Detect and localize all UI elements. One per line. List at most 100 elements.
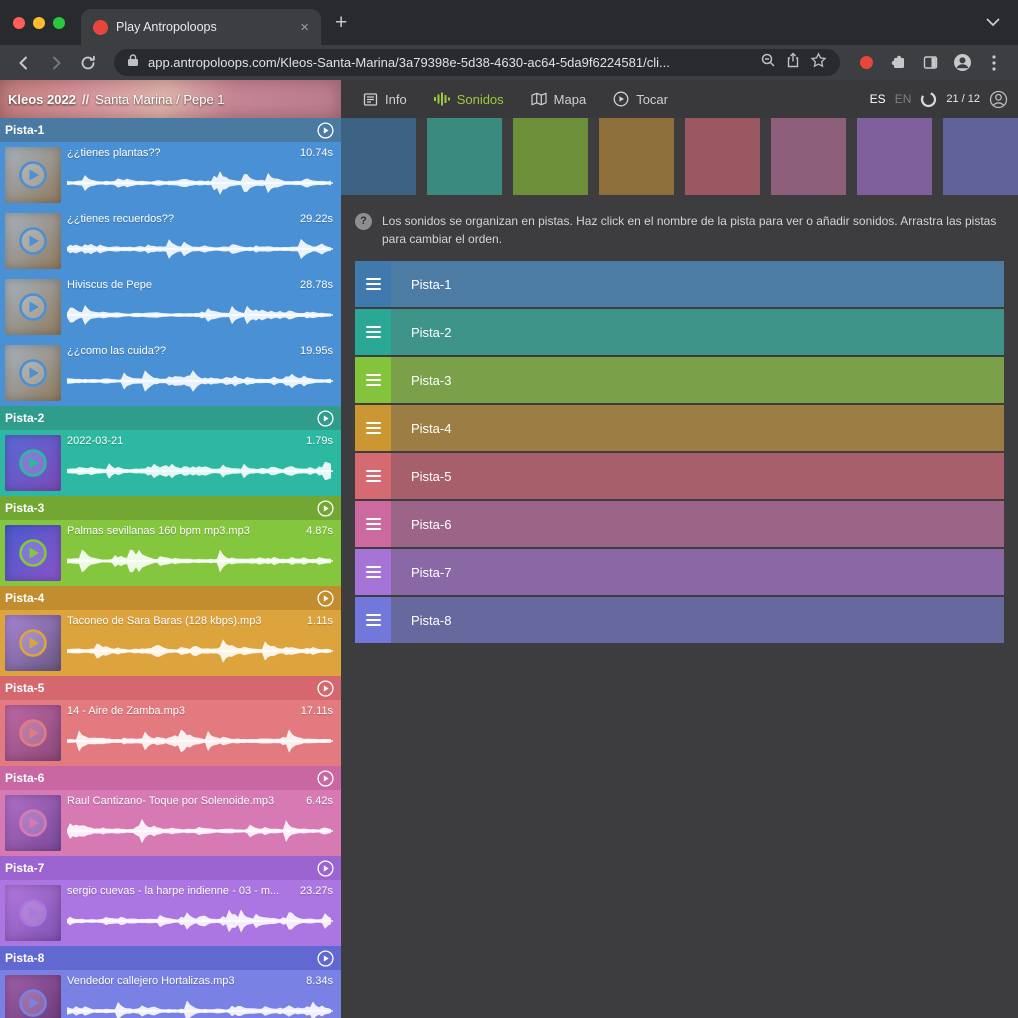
- extensions-puzzle-icon[interactable]: [884, 49, 912, 77]
- sound-play-icon[interactable]: [17, 225, 49, 257]
- drag-handle-icon[interactable]: [355, 549, 391, 595]
- track-play-icon[interactable]: [317, 950, 334, 967]
- lang-es-button[interactable]: ES: [870, 92, 886, 106]
- forward-button[interactable]: [42, 49, 70, 77]
- track-header[interactable]: Pista-5: [0, 676, 341, 700]
- tab-sonidos[interactable]: Sonidos: [434, 92, 504, 107]
- sound-play-icon[interactable]: [17, 357, 49, 389]
- waveform[interactable]: [67, 229, 333, 269]
- drag-handle-icon[interactable]: [355, 357, 391, 403]
- track-bar[interactable]: Pista-6: [355, 501, 1004, 547]
- zoom-icon[interactable]: [760, 52, 776, 73]
- sound-item[interactable]: ¿¿como las cuida??19.95s: [0, 340, 341, 406]
- waveform[interactable]: [67, 361, 333, 401]
- breadcrumb[interactable]: Kleos 2022 // Santa Marina / Pepe 1: [0, 80, 341, 118]
- drag-handle-icon[interactable]: [355, 597, 391, 643]
- track-play-icon[interactable]: [317, 680, 334, 697]
- track-header[interactable]: Pista-1: [0, 118, 341, 142]
- side-panel-icon[interactable]: [916, 49, 944, 77]
- sound-item[interactable]: ¿¿tienes recuerdos??29.22s: [0, 208, 341, 274]
- track-bar[interactable]: Pista-7: [355, 549, 1004, 595]
- sound-play-icon[interactable]: [17, 447, 49, 479]
- track-color-swatch[interactable]: [685, 118, 760, 195]
- sound-item[interactable]: Taconeo de Sara Baras (128 kbps).mp31.11…: [0, 610, 341, 676]
- track-color-swatch[interactable]: [857, 118, 932, 195]
- sound-item[interactable]: sergio cuevas - la harpe indienne - 03 -…: [0, 880, 341, 946]
- minimize-window-button[interactable]: [33, 17, 45, 29]
- sound-play-icon[interactable]: [17, 897, 49, 929]
- sound-item[interactable]: Vendedor callejero Hortalizas.mp38.34s: [0, 970, 341, 1018]
- track-play-icon[interactable]: [317, 410, 334, 427]
- drag-handle-icon[interactable]: [355, 501, 391, 547]
- waveform[interactable]: [67, 991, 333, 1018]
- track-play-icon[interactable]: [317, 590, 334, 607]
- tab-close-icon[interactable]: ×: [296, 20, 313, 35]
- track-color-swatch[interactable]: [513, 118, 588, 195]
- sound-play-icon[interactable]: [17, 627, 49, 659]
- tab-mapa[interactable]: Mapa: [531, 92, 587, 107]
- sound-item[interactable]: Hiviscus de Pepe28.78s: [0, 274, 341, 340]
- tab-tocar[interactable]: Tocar: [613, 91, 668, 107]
- share-icon[interactable]: [785, 52, 801, 73]
- address-bar[interactable]: app.antropoloops.com/Kleos-Santa-Marina/…: [114, 49, 840, 76]
- account-icon[interactable]: [989, 90, 1008, 109]
- waveform[interactable]: [67, 163, 333, 203]
- track-header[interactable]: Pista-6: [0, 766, 341, 790]
- track-color-swatch[interactable]: [427, 118, 502, 195]
- track-bar[interactable]: Pista-1: [355, 261, 1004, 307]
- track-header[interactable]: Pista-8: [0, 946, 341, 970]
- track-color-swatch[interactable]: [943, 118, 1018, 195]
- track-header[interactable]: Pista-3: [0, 496, 341, 520]
- track-bar[interactable]: Pista-3: [355, 357, 1004, 403]
- extension-record-icon[interactable]: [852, 49, 880, 77]
- sound-item[interactable]: Palmas sevillanas 160 bpm mp3.mp34.87s: [0, 520, 341, 586]
- waveform[interactable]: [67, 811, 333, 851]
- track-color-swatch[interactable]: [341, 118, 416, 195]
- track-header[interactable]: Pista-4: [0, 586, 341, 610]
- waveform[interactable]: [67, 541, 333, 581]
- sound-play-icon[interactable]: [17, 291, 49, 323]
- new-tab-button[interactable]: +: [321, 0, 361, 45]
- sound-item[interactable]: 2022-03-211.79s: [0, 430, 341, 496]
- waveform[interactable]: [67, 901, 333, 941]
- track-play-icon[interactable]: [317, 770, 334, 787]
- track-bar[interactable]: Pista-4: [355, 405, 1004, 451]
- waveform[interactable]: [67, 721, 333, 761]
- track-color-swatch[interactable]: [771, 118, 846, 195]
- sound-play-icon[interactable]: [17, 537, 49, 569]
- reload-button[interactable]: [74, 49, 102, 77]
- track-bar[interactable]: Pista-8: [355, 597, 1004, 643]
- track-color-swatch[interactable]: [599, 118, 674, 195]
- bookmark-star-icon[interactable]: [810, 52, 827, 74]
- waveform[interactable]: [67, 451, 333, 491]
- track-header[interactable]: Pista-7: [0, 856, 341, 880]
- track-bar[interactable]: Pista-5: [355, 453, 1004, 499]
- fullscreen-window-button[interactable]: [53, 17, 65, 29]
- profile-avatar[interactable]: [948, 49, 976, 77]
- drag-handle-icon[interactable]: [355, 261, 391, 307]
- waveform[interactable]: [67, 631, 333, 671]
- track-play-icon[interactable]: [317, 860, 334, 877]
- tab-info[interactable]: Info: [363, 92, 407, 107]
- track-play-icon[interactable]: [317, 122, 334, 139]
- sound-play-icon[interactable]: [17, 807, 49, 839]
- waveform[interactable]: [67, 295, 333, 335]
- breadcrumb-project[interactable]: Kleos 2022: [8, 92, 76, 107]
- sound-play-icon[interactable]: [17, 717, 49, 749]
- sound-play-icon[interactable]: [17, 987, 49, 1018]
- back-button[interactable]: [10, 49, 38, 77]
- sound-item[interactable]: ¿¿tienes plantas??10.74s: [0, 142, 341, 208]
- track-bar[interactable]: Pista-2: [355, 309, 1004, 355]
- sound-play-icon[interactable]: [17, 159, 49, 191]
- drag-handle-icon[interactable]: [355, 453, 391, 499]
- sound-item[interactable]: Raul Cantizano- Toque por Solenoide.mp36…: [0, 790, 341, 856]
- browser-tab[interactable]: Play Antropoloops ×: [81, 9, 321, 45]
- lang-en-button[interactable]: EN: [895, 92, 912, 106]
- browser-menu-icon[interactable]: [980, 49, 1008, 77]
- close-window-button[interactable]: [13, 17, 25, 29]
- sound-item[interactable]: 14 - Aire de Zamba.mp317.11s: [0, 700, 341, 766]
- drag-handle-icon[interactable]: [355, 309, 391, 355]
- drag-handle-icon[interactable]: [355, 405, 391, 451]
- track-play-icon[interactable]: [317, 500, 334, 517]
- tab-search-chevron-icon[interactable]: [968, 0, 1018, 45]
